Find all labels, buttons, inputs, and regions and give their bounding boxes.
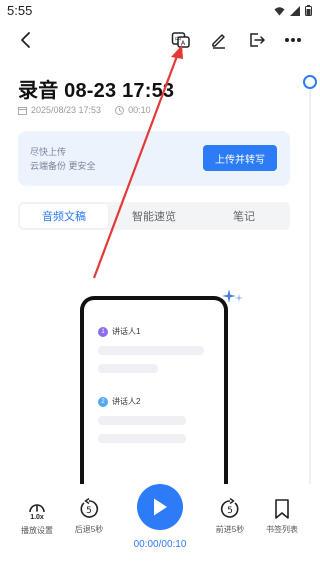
transcribe-button[interactable]: 中A: [167, 26, 195, 54]
export-icon: [250, 33, 265, 47]
tab-audio-transcript[interactable]: 音频文稿: [20, 204, 108, 228]
more-dots-icon: [285, 38, 301, 42]
rewind-seconds: 5: [86, 506, 92, 516]
status-icons: [274, 5, 312, 16]
play-button[interactable]: [137, 484, 183, 530]
bookmark-icon: [275, 499, 289, 519]
placeholder-line: [98, 434, 186, 443]
playback-time: 00:00/00:10: [133, 539, 187, 550]
playback-settings-button[interactable]: 1.0x 播放设置: [13, 498, 61, 536]
more-button[interactable]: [279, 26, 307, 54]
player-bar: 1.0x 播放设置 5 后退5秒 00:00/00:10 5 前进5秒 书签列表: [0, 484, 320, 569]
status-bar: 5:55: [0, 0, 320, 22]
recording-date: 2025/08/23 17:53: [31, 105, 102, 115]
playback-settings-label: 播放设置: [21, 526, 53, 535]
forward-5-icon: 5: [220, 498, 239, 518]
clock-icon: [115, 105, 125, 115]
edit-button[interactable]: [205, 26, 233, 54]
arrow-left-icon: [21, 32, 30, 48]
speaker-1-label: 讲话人1: [112, 327, 141, 336]
tab-notes[interactable]: 笔记: [200, 204, 288, 228]
placeholder-line: [98, 364, 158, 373]
rewind-5s-label: 后退5秒: [74, 525, 104, 534]
upload-transcribe-button[interactable]: 上传并转写: [203, 145, 277, 171]
progress-knob[interactable]: [303, 75, 317, 89]
wifi-icon: [274, 6, 285, 15]
toolbar: 中A: [0, 26, 320, 56]
play-icon: [154, 498, 167, 516]
back-button[interactable]: [12, 26, 40, 54]
speaker-2-badge: 2: [98, 396, 108, 407]
bookmark-list-label: 书签列表: [266, 525, 298, 534]
bookmark-list-button[interactable]: 书签列表: [258, 498, 306, 535]
tab-smart-overview[interactable]: 智能速览: [110, 204, 198, 228]
speaker-1: 1 讲话人1: [98, 326, 140, 337]
status-time: 5:55: [7, 3, 33, 18]
battery-icon: [305, 5, 312, 16]
banner-line-1: 尽快上传: [30, 147, 67, 157]
recording-duration: 00:10: [128, 105, 151, 115]
forward-5s-label: 前进5秒: [215, 525, 245, 534]
export-button[interactable]: [243, 26, 271, 54]
signal-icon: [290, 5, 300, 16]
placeholder-line: [98, 416, 186, 425]
speaker-1-badge: 1: [98, 326, 108, 337]
pencil-icon: [212, 34, 225, 49]
recording-meta: 2025/08/23 17:53 00:10: [18, 105, 151, 115]
placeholder-line: [98, 346, 204, 355]
translate-icon: 中A: [171, 32, 190, 48]
upload-banner: 尽快上传 云端备份 更安全 上传并转写: [18, 131, 290, 186]
rewind-5s-button[interactable]: 5 后退5秒: [65, 498, 113, 535]
playback-speed: 1.0x: [30, 514, 44, 521]
content-tabs: 音频文稿 智能速览 笔记: [18, 202, 290, 230]
speaker-2-label: 讲话人2: [112, 397, 141, 406]
speaker-2: 2 讲话人2: [98, 396, 140, 407]
rewind-5-icon: 5: [80, 498, 99, 518]
banner-line-2: 云端备份 更安全: [30, 161, 96, 171]
forward-seconds: 5: [227, 506, 233, 516]
calendar-icon: [18, 106, 27, 115]
empty-state-illustration: 1 讲话人1 2 讲话人2: [80, 296, 228, 506]
recording-title: 录音 08-23 17:53: [18, 80, 175, 102]
forward-5s-button[interactable]: 5 前进5秒: [206, 498, 254, 535]
